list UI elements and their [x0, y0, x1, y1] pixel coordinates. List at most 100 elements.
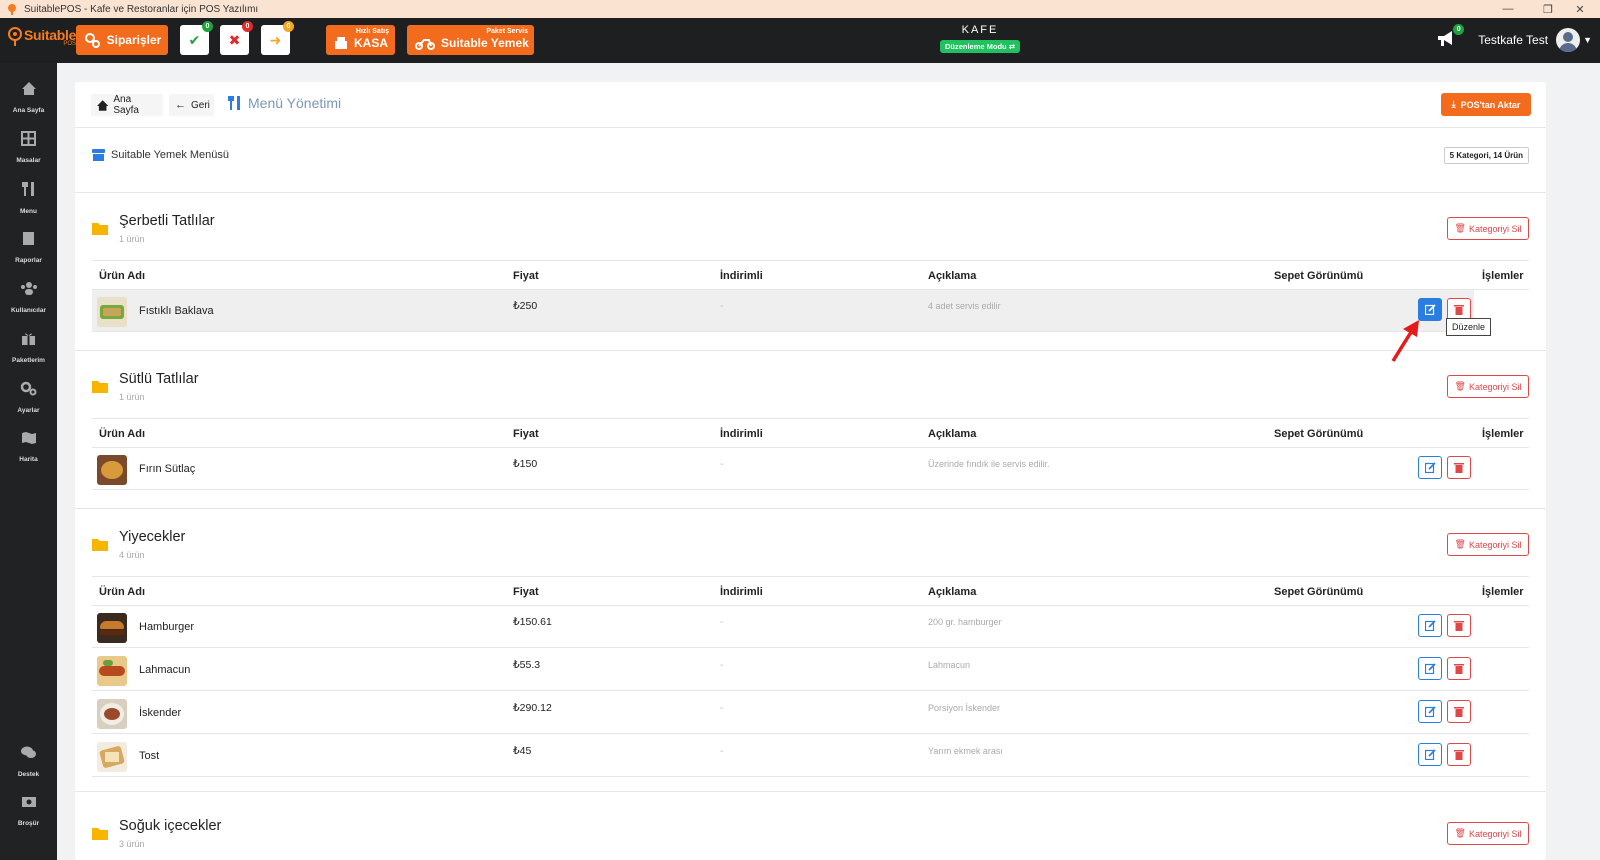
table-header: Ürün Adı Fiyat İndirimli Açıklama Sepet … [92, 576, 1529, 606]
approved-orders-button[interactable]: ✔ 0 [180, 21, 213, 55]
kasa-label: KASA [354, 36, 389, 50]
sidebar-label: Menu [20, 208, 37, 215]
brochure-icon [21, 797, 36, 807]
pending-count-badge: 0 [283, 21, 294, 32]
table-row[interactable]: Fırın Sütlaç ₺150 - Üzerinde fındık ile … [92, 448, 1529, 490]
delete-product-button[interactable] [1447, 456, 1471, 479]
edit-mode-label: Düzenleme Modu [944, 42, 1007, 51]
delete-category-button[interactable]: 🗑 Kategoriyi Sil [1447, 375, 1529, 398]
sidebar-item-settings[interactable]: Ayarlar [0, 381, 57, 417]
brand-logo[interactable]: Suitable POS [8, 27, 76, 47]
product-description: Lahmacun [928, 660, 971, 670]
venue-name: KAFE [961, 24, 999, 36]
chevron-down-icon[interactable]: ▼ [1583, 35, 1592, 45]
table-row[interactable]: Hamburger ₺150.61 - 200 gr. hamburger [92, 606, 1529, 648]
menu-summary-row: Suitable Yemek Menüsü 5 Kategori, 14 Ürü… [75, 129, 1546, 193]
cancelled-count-badge: 0 [242, 21, 253, 32]
table-row[interactable]: Fıstıklı Baklava ₺250 - 4 adet servis ed… [92, 290, 1474, 332]
sidebar-item-menu[interactable]: Menu [0, 181, 57, 218]
category-count: 3 ürün [119, 839, 145, 849]
sidebar-item-packages[interactable]: Paketlerim [0, 331, 57, 367]
product-image-hamburger [97, 613, 127, 643]
sidebar-label: Raporlar [15, 257, 42, 264]
export-from-pos-button[interactable]: ⤓ POS'tan Aktar [1441, 93, 1531, 116]
delete-product-button[interactable] [1447, 614, 1471, 637]
sidebar-label: Broşür [17, 820, 40, 827]
delete-product-button[interactable] [1447, 743, 1471, 766]
orders-label: Siparişler [106, 33, 162, 47]
delete-category-label: Kategoriyi Sil [1468, 223, 1522, 234]
col-name: Ürün Adı [99, 586, 146, 598]
notifications-button[interactable]: 0 [1436, 23, 1465, 51]
category-title: Şerbetli Tatlılar [119, 213, 215, 229]
delete-product-button[interactable] [1447, 657, 1471, 680]
sidebar-item-users[interactable]: Kullanıcılar [0, 281, 57, 317]
menu-name: Suitable Yemek Menüsü [92, 149, 229, 161]
avatar[interactable] [1556, 28, 1581, 52]
table-row[interactable]: Tost ₺45 - Yarım ekmek arası [92, 735, 1529, 777]
kasa-button[interactable]: Hızlı Satış KASA [326, 25, 395, 55]
delete-category-button[interactable]: 🗑 Kategoriyi Sil [1447, 822, 1529, 845]
home-icon [97, 99, 109, 111]
table-row[interactable]: Lahmacun ₺55.3 - Lahmacun [92, 649, 1529, 691]
sidebar-item-tables[interactable]: Masalar [0, 131, 57, 167]
sidebar-item-reports[interactable]: Raporlar [0, 231, 57, 267]
orders-button[interactable]: Siparişler [76, 25, 168, 55]
trash-icon: 🗑 [1454, 828, 1466, 838]
close-window-button[interactable]: ✕ [1560, 0, 1600, 18]
product-image-lahmacun [97, 656, 127, 686]
utensils-icon [228, 96, 240, 110]
back-button[interactable]: ← Geri [169, 94, 214, 116]
cancelled-orders-button[interactable]: ✖ 0 [220, 21, 253, 55]
edit-icon [1424, 663, 1436, 674]
delivery-label: Suitable Yemek [441, 36, 529, 50]
col-description: Açıklama [928, 586, 977, 598]
sidebar-item-brochure[interactable]: Broşür [0, 795, 57, 830]
suitable-yemek-button[interactable]: Paket Servis Suitable Yemek [407, 25, 534, 55]
page-title: Menü Yönetimi [228, 95, 341, 111]
delete-category-button[interactable]: 🗑 Kategoriyi Sil [1447, 217, 1529, 240]
edit-icon [1424, 749, 1436, 760]
trash-icon [1454, 621, 1464, 631]
page-header: Ana Sayfa ← Geri Menü Yönetimi ⤓ POS'tan… [75, 82, 1546, 128]
cash-register-icon [335, 37, 347, 49]
category-title: Yiyecekler [119, 529, 186, 545]
minimize-button[interactable]: — [1488, 0, 1528, 18]
table-row[interactable]: İskender ₺290.12 - Porsiyon İskender [92, 692, 1529, 734]
sidebar-item-support[interactable]: Destek [0, 745, 57, 781]
back-label: Geri [191, 99, 210, 111]
edit-product-button[interactable] [1418, 614, 1442, 637]
page-title-text: Menü Yönetimi [248, 95, 342, 111]
sidebar-item-map[interactable]: Harita [0, 431, 57, 466]
edit-product-button[interactable] [1418, 298, 1442, 321]
category-header: Şerbetli Tatlılar 1 ürün 🗑 Kategoriyi Sil [75, 194, 1546, 260]
sidebar-item-home[interactable]: Ana Sayfa [0, 81, 57, 117]
edit-product-button[interactable] [1418, 456, 1442, 479]
edit-product-button[interactable] [1418, 743, 1442, 766]
report-icon [23, 232, 34, 245]
edit-mode-toggle[interactable]: Düzenleme Modu ⇄ [939, 40, 1021, 53]
delete-category-button[interactable]: 🗑 Kategoriyi Sil [1447, 533, 1529, 556]
product-price: ₺150 [513, 458, 538, 470]
col-basket-view: Sepet Görünümü [1274, 428, 1364, 440]
product-description: 200 gr. hamburger [928, 617, 1002, 627]
pending-orders-button[interactable]: ➜ 0 [261, 21, 294, 55]
delete-category-label: Kategoriyi Sil [1468, 828, 1522, 839]
store-icon [92, 149, 105, 161]
col-basket-view: Sepet Görünümü [1274, 270, 1364, 282]
trash-icon: 🗑 [1454, 223, 1466, 233]
home-breadcrumb[interactable]: Ana Sayfa [91, 94, 163, 116]
user-area: 0 Testkafe Test ▼ [1436, 23, 1592, 52]
sidebar-label: Kullanıcılar [10, 307, 47, 314]
edit-product-button[interactable] [1418, 657, 1442, 680]
logo-text: Suitable [24, 26, 77, 43]
sidebar-label: Ana Sayfa [12, 107, 45, 114]
trash-icon [1454, 707, 1464, 717]
edit-product-button[interactable] [1418, 700, 1442, 723]
product-image-iskender [97, 699, 127, 729]
window-titlebar: SuitablePOS - Kafe ve Restoranlar için P… [0, 0, 1600, 18]
approved-count-badge: 0 [202, 21, 213, 32]
product-price: ₺290.12 [513, 702, 552, 714]
sidebar-label: Destek [17, 771, 40, 778]
delete-product-button[interactable] [1447, 700, 1471, 723]
